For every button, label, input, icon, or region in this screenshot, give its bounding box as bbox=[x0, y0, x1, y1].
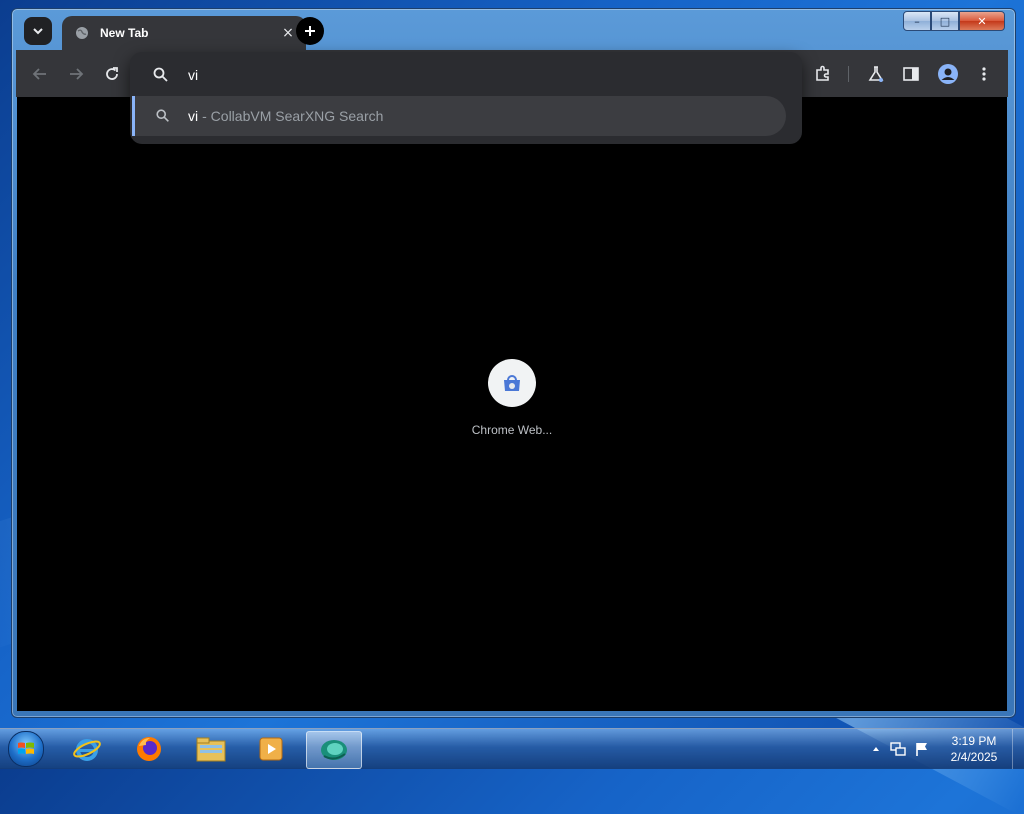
action-center-button[interactable] bbox=[914, 741, 930, 757]
forward-arrow-icon bbox=[70, 68, 84, 80]
taskbar-chrome[interactable] bbox=[306, 731, 362, 769]
side-panel-button[interactable] bbox=[899, 62, 923, 86]
reload-icon bbox=[106, 67, 118, 80]
chrome-app-icon bbox=[321, 740, 347, 760]
shortcut-chrome-web-store[interactable]: Chrome Web... bbox=[457, 359, 567, 449]
suggestion-description: - CollabVM SearXNG Search bbox=[202, 108, 384, 124]
taskbar-file-explorer[interactable] bbox=[184, 731, 238, 767]
firefox-icon bbox=[137, 737, 161, 761]
tab-new-tab[interactable]: New Tab × bbox=[62, 16, 306, 50]
search-icon bbox=[153, 67, 168, 82]
taskbar-internet-explorer[interactable] bbox=[60, 731, 114, 767]
omnibox-popup: vi - CollabVM SearXNG Search bbox=[130, 52, 802, 144]
extensions-icon bbox=[816, 65, 829, 81]
taskbar-clock[interactable]: 3:19 PM 2/4/2025 bbox=[944, 733, 1004, 765]
plus-icon bbox=[305, 26, 315, 36]
suggestion-query: vi bbox=[188, 108, 199, 124]
suggestion-focus-indicator bbox=[132, 96, 135, 136]
internet-explorer-icon bbox=[73, 739, 101, 761]
omnibox bbox=[130, 52, 802, 96]
taskbar-firefox[interactable] bbox=[122, 731, 176, 767]
chrome-web-store-icon bbox=[504, 375, 520, 391]
tab-search-button[interactable] bbox=[24, 17, 52, 45]
tab-strip: New Tab × bbox=[16, 12, 1008, 50]
labs-button[interactable] bbox=[864, 62, 888, 86]
back-arrow-icon bbox=[32, 68, 46, 80]
show-desktop-button[interactable] bbox=[1012, 729, 1024, 769]
labs-flask-icon bbox=[868, 66, 884, 82]
extensions-button[interactable] bbox=[811, 62, 835, 86]
tab-title: New Tab bbox=[100, 26, 149, 40]
show-hidden-icons-button[interactable] bbox=[868, 741, 884, 757]
windows-logo-icon bbox=[8, 731, 44, 767]
back-button[interactable] bbox=[28, 62, 52, 86]
search-icon bbox=[154, 107, 172, 125]
media-player-icon bbox=[259, 737, 283, 761]
tab-close-button[interactable]: × bbox=[278, 23, 298, 43]
taskbar-media-player[interactable] bbox=[244, 731, 298, 767]
more-menu-button[interactable] bbox=[972, 62, 996, 86]
forward-button[interactable] bbox=[64, 62, 88, 86]
chevron-down-icon bbox=[33, 28, 43, 35]
start-button[interactable] bbox=[6, 730, 46, 768]
taskbar: 3:19 PM 2/4/2025 bbox=[0, 728, 1024, 769]
profile-button[interactable] bbox=[936, 62, 960, 86]
toolbar-separator bbox=[848, 66, 849, 82]
profile-avatar-icon bbox=[938, 64, 958, 84]
file-explorer-icon bbox=[196, 737, 226, 762]
action-center-flag-icon bbox=[916, 743, 927, 756]
omnibox-suggestion[interactable]: vi - CollabVM SearXNG Search bbox=[132, 96, 786, 136]
shortcut-tile bbox=[488, 359, 536, 407]
new-tab-page: Chrome Web... bbox=[17, 97, 1007, 711]
network-icon bbox=[890, 742, 906, 756]
clock-time: 3:19 PM bbox=[951, 734, 997, 748]
side-panel-icon bbox=[903, 67, 919, 81]
new-tab-button[interactable] bbox=[296, 17, 324, 45]
reload-button[interactable] bbox=[100, 62, 124, 86]
more-menu-icon bbox=[982, 67, 986, 81]
network-tray-button[interactable] bbox=[890, 741, 906, 757]
address-bar-input[interactable] bbox=[186, 64, 770, 86]
globe-icon bbox=[74, 25, 90, 41]
clock-date: 2/4/2025 bbox=[950, 750, 998, 764]
shortcut-label: Chrome Web... bbox=[471, 423, 553, 437]
show-hidden-icons-arrow-icon bbox=[873, 747, 879, 751]
